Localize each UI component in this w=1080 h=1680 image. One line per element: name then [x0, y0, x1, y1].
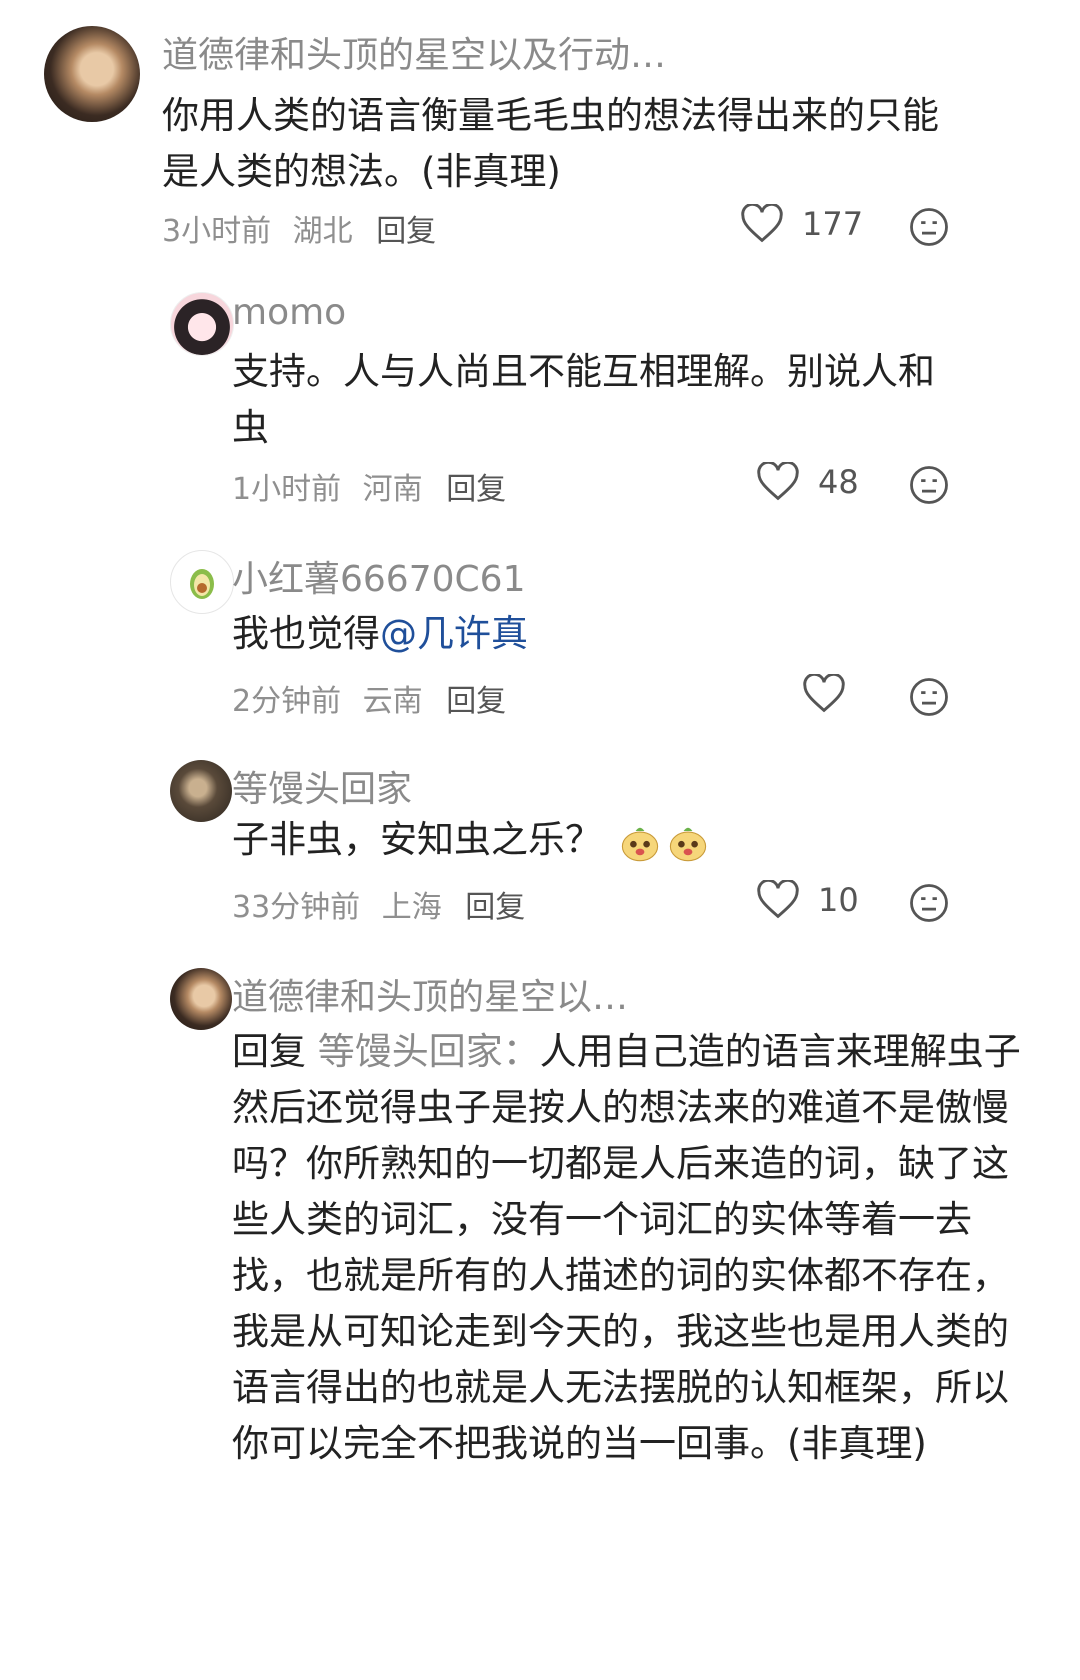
like-count: 48 — [818, 463, 859, 501]
comment-author[interactable]: 道德律和头顶的星空以… — [232, 968, 628, 1020]
emoji-bun-icon — [621, 827, 658, 861]
comment-text[interactable]: 你用人类的语言衡量毛毛虫的想法得出来的只能是人类的想法。(非真理) — [162, 88, 962, 200]
comment-location: 湖北 — [292, 214, 353, 249]
avatar[interactable] — [170, 550, 234, 614]
like-count: 177 — [802, 205, 864, 243]
comment-text[interactable]: 我也觉得@几许真 — [232, 606, 952, 662]
comment-body: 我也觉得 — [232, 612, 380, 655]
avocado-icon — [190, 569, 214, 599]
reply-button[interactable]: 回复 — [446, 684, 506, 719]
like-button[interactable]: 177 — [740, 204, 863, 244]
dislike-face-icon[interactable] — [908, 206, 950, 248]
comment-author[interactable]: 小红薯66670C61 — [232, 550, 525, 602]
avatar[interactable] — [170, 968, 232, 1030]
comment-author[interactable]: 道德律和头顶的星空以及行动… — [162, 26, 666, 78]
comment-location: 河南 — [362, 472, 423, 507]
like-button[interactable] — [802, 674, 846, 714]
comment-meta: 3小时前 湖北 回复 — [162, 206, 436, 250]
avatar[interactable] — [170, 760, 232, 822]
comment-location: 上海 — [381, 890, 442, 925]
dislike-face-icon[interactable] — [908, 676, 950, 718]
comment-meta: 1小时前 河南 回复 — [232, 464, 506, 508]
emoji-bun-icon — [669, 827, 706, 861]
dislike-face-icon[interactable] — [908, 882, 950, 924]
comment-meta: 2分钟前 云南 回复 — [232, 676, 506, 720]
heart-icon — [803, 674, 845, 713]
like-button[interactable]: 48 — [756, 462, 859, 502]
comment-text[interactable]: 回复 等馒头回家：人用自己造的语言来理解虫子然后还觉得虫子是按人的想法来的难道不… — [232, 1024, 1032, 1472]
comment-author[interactable]: momo — [232, 292, 346, 333]
heart-icon — [757, 880, 799, 919]
comment-meta: 33分钟前 上海 回复 — [232, 882, 525, 926]
comment-time: 1小时前 — [232, 472, 342, 507]
comment-body: 人用自己造的语言来理解虫子然后还觉得虫子是按人的想法来的难道不是傲慢吗？你所熟知… — [232, 1030, 1021, 1465]
like-button[interactable]: 10 — [756, 880, 859, 920]
comment-text[interactable]: 子非虫，安知虫之乐？ — [232, 812, 952, 868]
reply-button[interactable]: 回复 — [446, 472, 506, 507]
reply-to-user[interactable]: 等馒头回家： — [318, 1030, 540, 1073]
avatar[interactable] — [170, 292, 234, 356]
avatar[interactable] — [44, 26, 140, 122]
comment-time: 2分钟前 — [232, 684, 342, 719]
comment-time: 3小时前 — [162, 214, 272, 249]
heart-icon — [757, 462, 799, 501]
comment-author[interactable]: 等馒头回家 — [232, 760, 412, 812]
comment-location: 云南 — [362, 684, 423, 719]
like-count: 10 — [818, 881, 859, 919]
mention-link[interactable]: @几许真 — [380, 612, 528, 655]
dislike-face-icon[interactable] — [908, 464, 950, 506]
comment-body: 子非虫，安知虫之乐？ — [232, 818, 602, 861]
reply-prefix: 回复 — [232, 1030, 306, 1073]
reply-button[interactable]: 回复 — [376, 214, 436, 249]
heart-icon — [741, 204, 783, 243]
comment-time: 33分钟前 — [232, 890, 361, 925]
comment-text[interactable]: 支持。人与人尚且不能互相理解。别说人和虫 — [232, 344, 952, 456]
reply-button[interactable]: 回复 — [465, 890, 525, 925]
